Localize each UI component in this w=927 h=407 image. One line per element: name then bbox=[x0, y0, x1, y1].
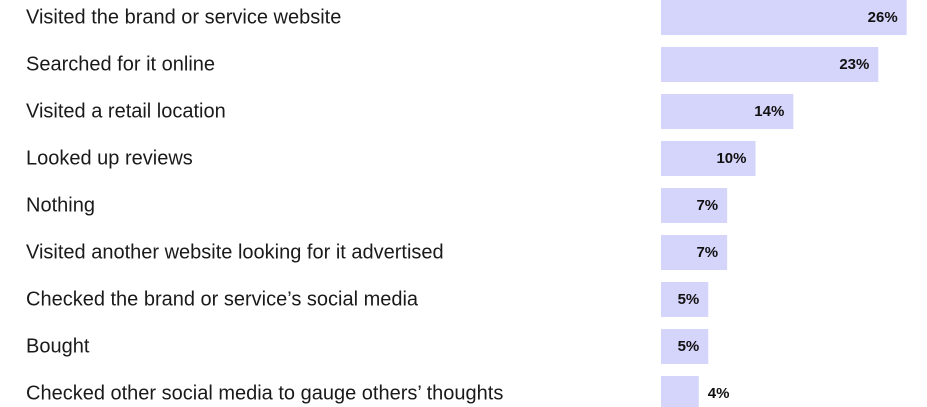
category-label-4: Looked up reviews bbox=[26, 148, 193, 170]
bar-9 bbox=[661, 376, 699, 407]
category-label-2: Searched for it online bbox=[26, 54, 215, 76]
value-label-4: 10% bbox=[716, 150, 746, 167]
value-label-9: 4% bbox=[708, 385, 730, 402]
value-label-5: 7% bbox=[696, 197, 718, 214]
value-label-8: 5% bbox=[678, 338, 700, 355]
value-label-3: 14% bbox=[754, 103, 784, 120]
bar-chart: Visited the brand or service website Sear… bbox=[26, 0, 907, 407]
category-label-3: Visited a retail location bbox=[26, 101, 226, 123]
value-label-6: 7% bbox=[696, 244, 718, 261]
category-label-9: Checked other social media to gauge othe… bbox=[26, 383, 503, 405]
category-label-5: Nothing bbox=[26, 195, 95, 217]
value-label-1: 26% bbox=[868, 9, 898, 26]
value-label-2: 23% bbox=[839, 56, 869, 73]
category-label-6: Visited another website looking for it a… bbox=[26, 242, 444, 264]
category-label-7: Checked the brand or service’s social me… bbox=[26, 289, 419, 311]
category-label-1: Visited the brand or service website bbox=[26, 7, 341, 29]
value-label-7: 5% bbox=[678, 291, 700, 308]
category-label-8: Bought bbox=[26, 336, 90, 358]
category-labels-group: Visited the brand or service website Sear… bbox=[26, 7, 503, 405]
